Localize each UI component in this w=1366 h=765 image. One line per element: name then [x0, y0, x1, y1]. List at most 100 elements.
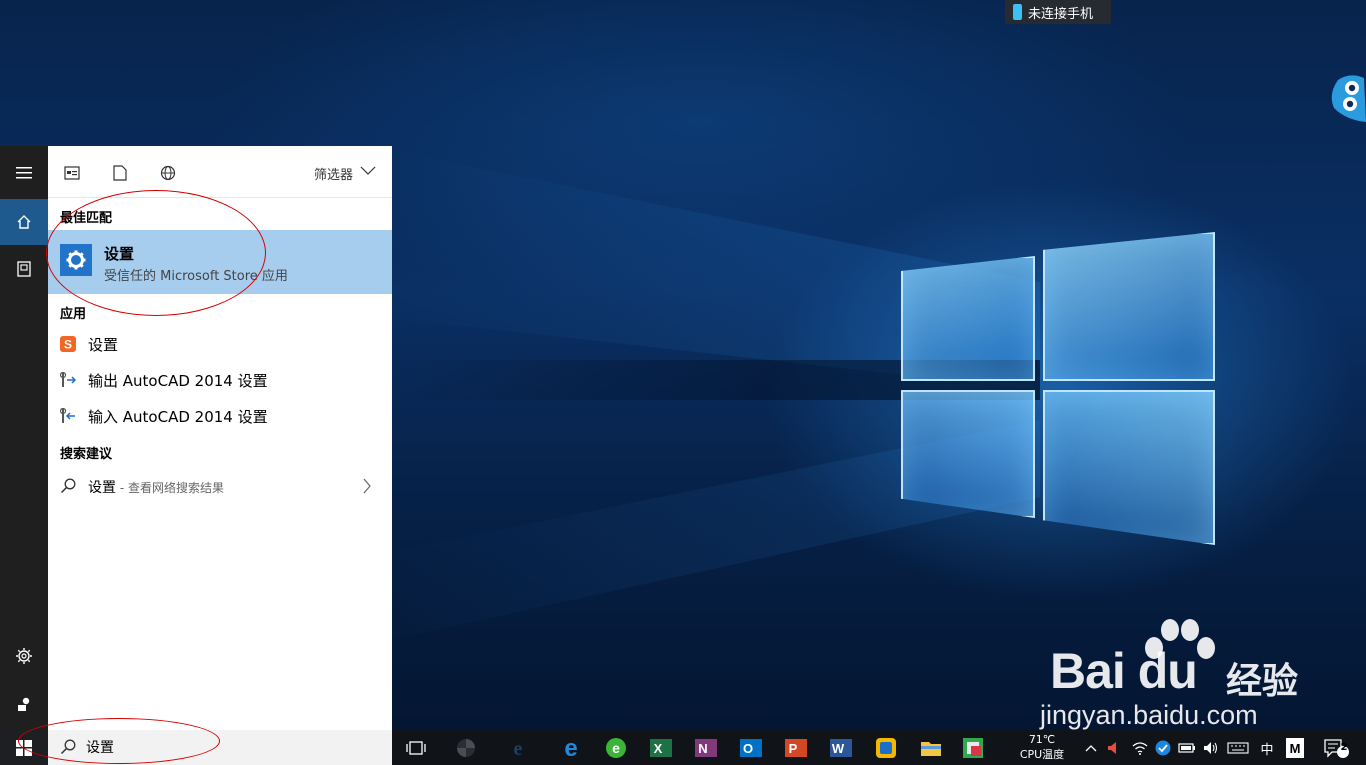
- onenote-letter: N: [698, 741, 707, 756]
- tray-speaker-app[interactable]: [1105, 738, 1123, 758]
- taskbar-excel[interactable]: X: [648, 735, 674, 761]
- chevron-right-icon[interactable]: [362, 478, 372, 494]
- filter-dropdown-label[interactable]: 筛选器: [314, 164, 353, 183]
- keyboard-icon: [1227, 742, 1249, 754]
- taskbar-360-browser[interactable]: e: [603, 735, 629, 761]
- taskbar-search-box[interactable]: [48, 730, 392, 765]
- apps-filter-icon: [64, 166, 80, 180]
- show-hidden-icons-button[interactable]: [1083, 738, 1099, 758]
- vpn-app-icon: [876, 738, 896, 758]
- ime-language-button[interactable]: 中: [1257, 738, 1277, 758]
- sogou-settings-icon: S: [59, 335, 77, 353]
- svg-text:S: S: [64, 338, 72, 352]
- svg-text:e: e: [514, 738, 523, 759]
- phone-connection-notice[interactable]: 未连接手机: [1005, 0, 1111, 24]
- search-suggestions-header: 搜索建议: [60, 447, 113, 462]
- hamburger-menu-button[interactable]: [0, 150, 48, 196]
- task-view-icon: [406, 741, 426, 755]
- windows-logo-icon: [16, 739, 32, 756]
- word-letter: W: [832, 741, 845, 756]
- battery-icon: [1178, 743, 1195, 753]
- taskbar-edge[interactable]: e: [558, 735, 584, 761]
- svg-text:e: e: [612, 740, 620, 756]
- app-result-autocad-import[interactable]: 输入 AutoCAD 2014 设置: [48, 398, 392, 434]
- owl-mascot-icon[interactable]: [1330, 74, 1366, 122]
- apps-header: 应用: [60, 307, 87, 322]
- onenote-icon: N: [695, 739, 717, 757]
- window-logo-pane: [1043, 232, 1215, 381]
- excel-icon: X: [650, 739, 672, 757]
- app-result-label: 输出 AutoCAD 2014 设置: [88, 372, 268, 390]
- search-icon: [60, 739, 76, 755]
- apps-filter-button[interactable]: [62, 163, 82, 183]
- outlook-letter: O: [743, 741, 753, 756]
- search-input[interactable]: [86, 736, 376, 758]
- tray-security-app[interactable]: [1154, 738, 1172, 758]
- fan-icon: [457, 739, 475, 757]
- gear-icon: [16, 648, 32, 664]
- app-result-label: 输入 AutoCAD 2014 设置: [88, 408, 268, 426]
- home-icon: [17, 215, 31, 229]
- web-search-suggestion[interactable]: 设置 - 查看网络搜索结果: [48, 468, 392, 504]
- excel-letter: X: [654, 741, 663, 756]
- taskbar-onenote[interactable]: N: [693, 735, 719, 761]
- taskbar-vpn-app[interactable]: [873, 735, 899, 761]
- taskbar-green-app[interactable]: [960, 735, 986, 761]
- cpu-temperature-widget[interactable]: 71℃ CPU温度: [1014, 732, 1070, 762]
- documents-filter-button[interactable]: [110, 163, 130, 183]
- powerpoint-letter: P: [789, 741, 798, 756]
- window-logo-pane: [901, 390, 1035, 518]
- network-button[interactable]: [1131, 738, 1149, 758]
- task-view-button[interactable]: [403, 735, 429, 761]
- taskbar-outlook[interactable]: O: [738, 735, 764, 761]
- feedback-icon: [18, 697, 30, 711]
- start-button[interactable]: [0, 730, 48, 765]
- volume-button[interactable]: [1201, 738, 1221, 758]
- shield-check-icon: [1155, 740, 1171, 756]
- ime-mode-button[interactable]: M: [1286, 738, 1304, 758]
- notification-count-badge: 2: [1340, 742, 1348, 753]
- action-center-button[interactable]: 2: [1321, 738, 1351, 758]
- green-app-icon: [963, 738, 983, 758]
- gear-icon: [66, 250, 86, 270]
- best-match-settings-item[interactable]: 设置 受信任的 Microsoft Store 应用: [48, 230, 392, 294]
- 360-browser-icon: e: [606, 738, 626, 758]
- document-icon: [113, 165, 127, 181]
- taskbar-file-explorer[interactable]: [918, 735, 944, 761]
- window-logo-pane: [901, 256, 1035, 381]
- internet-explorer-icon: e: [514, 738, 523, 759]
- edge-icon: e: [564, 737, 577, 759]
- volume-icon: [1204, 742, 1218, 754]
- app-result-label: 设置: [88, 336, 119, 354]
- notebook-icon: [17, 261, 31, 277]
- battery-button[interactable]: [1177, 738, 1197, 758]
- taskbar-ie[interactable]: e: [505, 735, 531, 761]
- notebook-button[interactable]: [0, 246, 48, 292]
- home-button[interactable]: [0, 199, 48, 245]
- folder-icon: [921, 742, 941, 756]
- best-match-header: 最佳匹配: [60, 211, 113, 226]
- taskbar-powerpoint[interactable]: P: [783, 735, 809, 761]
- filter-bar: 筛选器: [48, 146, 392, 198]
- web-filter-button[interactable]: [158, 163, 178, 183]
- phone-status-text: 未连接手机: [1028, 6, 1094, 22]
- start-menu-rail: [0, 146, 48, 730]
- settings-app-icon: [60, 244, 92, 276]
- taskbar-word[interactable]: W: [828, 735, 854, 761]
- app-result-autocad-export[interactable]: 输出 AutoCAD 2014 设置: [48, 362, 392, 398]
- chevron-down-icon[interactable]: [360, 166, 376, 176]
- outlook-icon: O: [740, 739, 762, 757]
- app-result-sogou-settings[interactable]: S 设置: [48, 326, 392, 362]
- taskbar-fan-app[interactable]: [453, 735, 479, 761]
- touch-keyboard-button[interactable]: [1226, 738, 1250, 758]
- settings-rail-button[interactable]: [0, 633, 48, 679]
- word-icon: W: [830, 739, 852, 757]
- powerpoint-icon: P: [785, 739, 807, 757]
- suggestion-query: 设置: [88, 480, 116, 496]
- window-logo-pane: [1043, 390, 1215, 545]
- best-match-title: 设置: [104, 245, 135, 263]
- chevron-up-icon: [1085, 745, 1097, 752]
- phone-icon: [1013, 4, 1022, 20]
- svg-text:e: e: [564, 737, 577, 759]
- feedback-button[interactable]: [0, 681, 48, 727]
